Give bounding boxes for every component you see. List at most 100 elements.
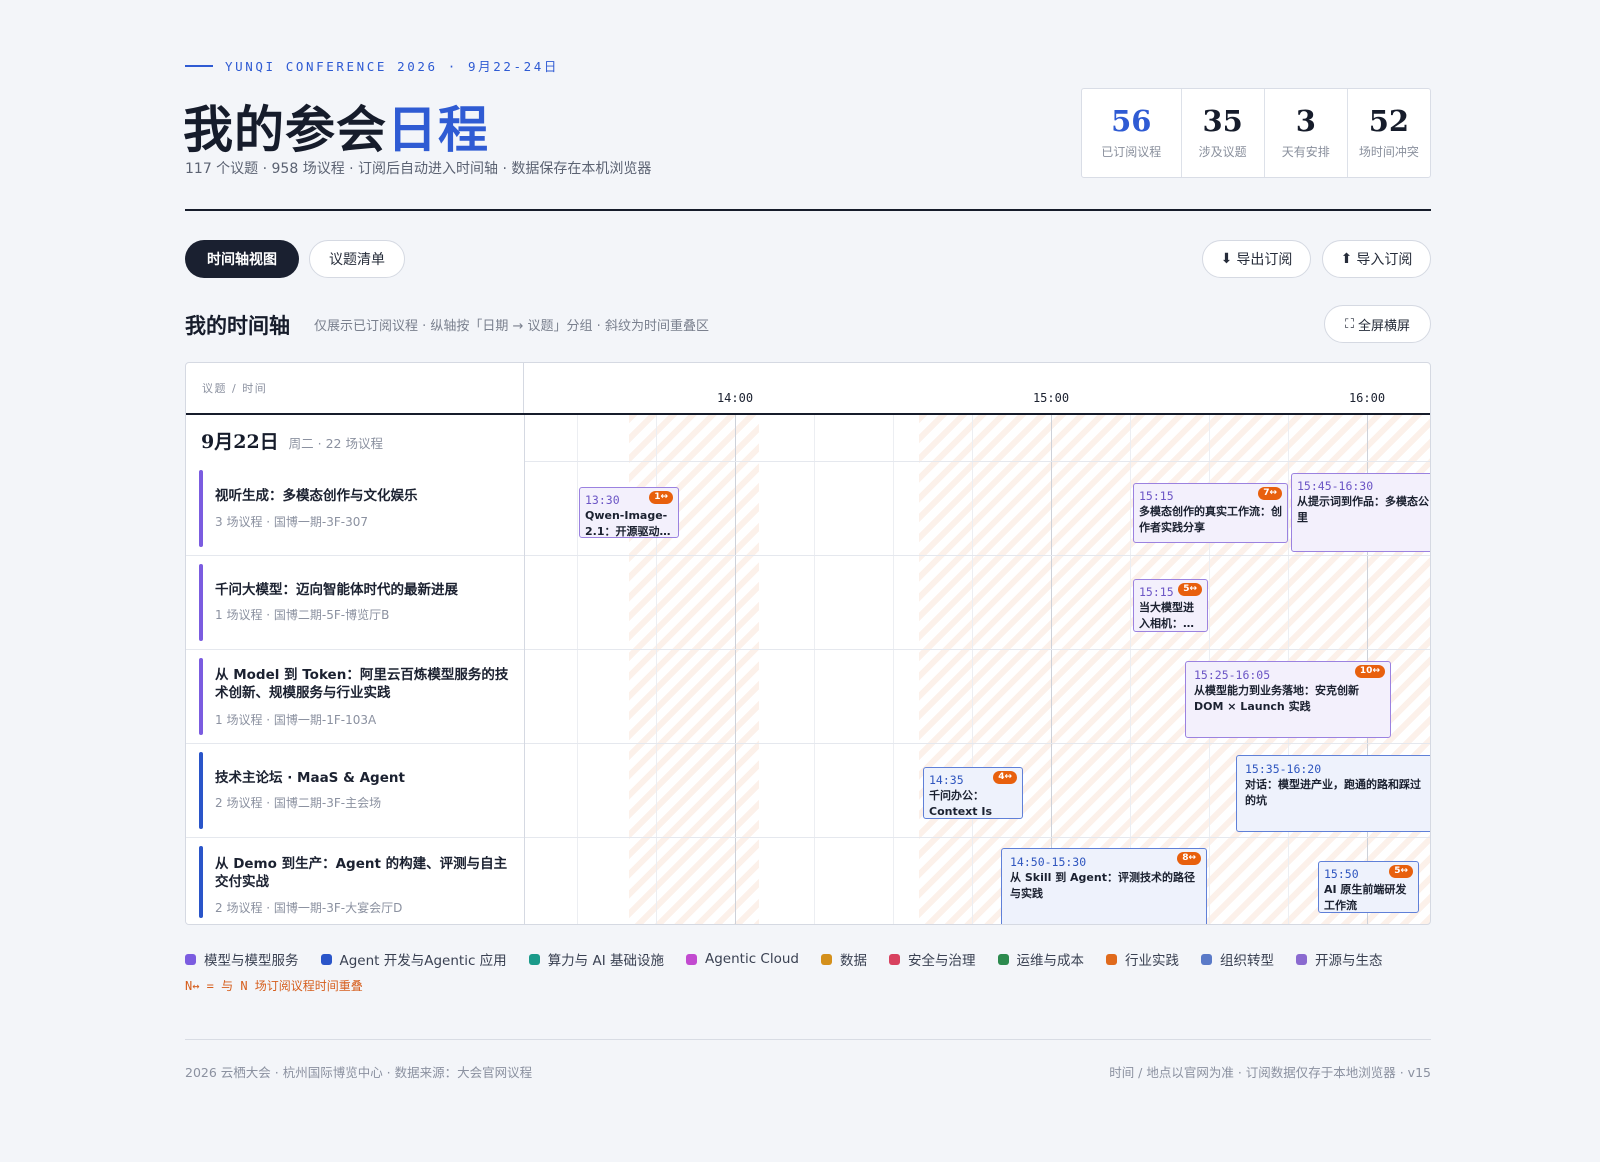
- time-tick: 16:00: [1348, 391, 1386, 405]
- label-column-divider: [524, 415, 525, 924]
- download-arrow-icon: ⬇: [1220, 251, 1233, 267]
- legend-swatch: [686, 953, 697, 965]
- legend-swatch: [1201, 953, 1212, 965]
- overlap-note: N↔ = 与 N 场订阅议程时间重叠: [185, 979, 363, 993]
- conflict-badge: 4↔: [993, 771, 1017, 784]
- track-row[interactable]: 视听生成：多模态创作与文化娱乐 3 场议程 · 国博一期-3F-307: [186, 462, 524, 555]
- track-name: 视听生成：多模态创作与文化娱乐: [215, 488, 418, 504]
- grid-line: [814, 415, 815, 924]
- legend-label: 开源与生态: [1315, 953, 1383, 969]
- legend-label: 数据: [840, 953, 867, 969]
- session-card[interactable]: 8↔ 14:50-15:30 从 Skill 到 Agent：评测技术的路径与实…: [1001, 848, 1207, 924]
- fullscreen-button[interactable]: ⛶ 全屏横屏: [1324, 305, 1431, 343]
- import-subscriptions-button[interactable]: ⬆ 导入订阅: [1322, 240, 1431, 278]
- category-legend: 模型与模型服务 Agent 开发与Agentic 应用 算力与 AI 基础设施 …: [185, 949, 1383, 969]
- track-row[interactable]: 千问大模型：迈向智能体时代的最新进展 1 场议程 · 国博二期-5F-博览厅B: [186, 556, 524, 649]
- legend-item: Agent 开发与Agentic 应用: [320, 949, 507, 969]
- track-name: 千问大模型：迈向智能体时代的最新进展: [215, 582, 458, 598]
- footer-divider: [185, 1039, 1431, 1040]
- legend-swatch: [1296, 953, 1307, 965]
- footer-left: 2026 云栖大会 · 杭州国际博览中心 · 数据来源：大会官网议程: [185, 1065, 533, 1080]
- stat-label: 场时间冲突: [1358, 144, 1419, 159]
- stat-days: 3 天有安排: [1263, 89, 1347, 177]
- column-header-label: 议题 / 时间: [186, 363, 524, 414]
- conflict-badge: 5↔: [1178, 583, 1202, 596]
- export-subscriptions-button[interactable]: ⬇ 导出订阅: [1202, 240, 1311, 278]
- session-time: 15:35-16:20: [1245, 762, 1322, 776]
- legend-item: 组织转型: [1201, 949, 1274, 969]
- track-color-stripe: [199, 752, 203, 829]
- legend-swatch: [185, 953, 196, 965]
- conflict-badge: 1↔: [649, 491, 673, 504]
- header-rule: [186, 413, 1430, 415]
- session-title: 从模型能力到业务落地：安克创新 DOM × Launch 实践: [1194, 684, 1359, 713]
- legend-swatch: [997, 953, 1009, 965]
- conflict-badge: 7↔: [1258, 487, 1282, 500]
- legend-label: Agentic Cloud: [705, 951, 799, 967]
- legend-item: 运维与成本: [997, 949, 1085, 969]
- legend-swatch: [1106, 953, 1117, 965]
- track-row[interactable]: 从 Model 到 Token：阿里云百炼模型服务的技术创新、规模服务与行业实践…: [186, 650, 524, 743]
- session-title: 从提示词到作品：多模态公里: [1297, 495, 1429, 524]
- legend-label: Agent 开发与Agentic 应用: [339, 953, 507, 969]
- legend-swatch: [889, 953, 900, 965]
- track-meta: 2 场议程 · 国博一期-3F-大宴会厅D: [215, 901, 403, 915]
- conflict-badge: 10↔: [1354, 665, 1385, 678]
- session-title: 当大模型进入相机：…: [1139, 601, 1194, 630]
- stat-label: 天有安排: [1281, 144, 1330, 159]
- date-group-header: 9月22日 周二 · 22 场议程: [186, 415, 524, 462]
- header-divider: [185, 209, 1431, 211]
- legend-label: 运维与成本: [1016, 953, 1085, 969]
- legend-label: 安全与治理: [908, 953, 976, 969]
- legend-swatch: [528, 953, 540, 965]
- legend-item: Agentic Cloud: [686, 949, 799, 969]
- legend-label: 组织转型: [1220, 953, 1274, 969]
- date-meta: 周二 · 22 场议程: [288, 436, 383, 451]
- upload-arrow-icon: ⬆: [1340, 251, 1353, 267]
- session-card[interactable]: 15:45-16:30 从提示词到作品：多模态公里: [1291, 473, 1430, 552]
- session-time: 15:45-16:30: [1297, 479, 1374, 493]
- conflict-badge: 8↔: [1177, 852, 1201, 865]
- legend-item: 开源与生态: [1296, 949, 1383, 969]
- conference-eyebrow: YUNQI CONFERENCE 2026 · 9月22-24日: [185, 56, 559, 75]
- page-title: 我的参会日程: [183, 90, 489, 162]
- tab-topic-list[interactable]: 议题清单: [309, 240, 405, 278]
- grid-line: [577, 415, 578, 924]
- track-meta: 3 场议程 · 国博一期-3F-307: [215, 515, 368, 529]
- fullscreen-icon: ⛶: [1344, 316, 1355, 332]
- legend-item: 安全与治理: [889, 949, 976, 969]
- hour-line: [735, 415, 736, 924]
- session-card[interactable]: 10↔ 15:25-16:05 从模型能力到业务落地：安克创新 DOM × La…: [1185, 661, 1391, 738]
- session-card[interactable]: 7↔ 15:15 多模态创作的真实工作流：创作者实践分享: [1133, 483, 1288, 543]
- track-row[interactable]: 从 Demo 到生产：Agent 的构建、评测与自主交付实战 2 场议程 · 国…: [186, 838, 524, 924]
- session-card[interactable]: 1↔ 13:30 Qwen-Image-2.1：开源驱动…: [579, 487, 679, 538]
- legend-item: 行业实践: [1106, 949, 1179, 969]
- session-title: 从 Skill 到 Agent：评测技术的路径与实践: [1010, 871, 1195, 900]
- session-card[interactable]: 15:35-16:20 对话：模型进产业，跑通的路和踩过的坑: [1236, 755, 1430, 832]
- track-color-stripe: [199, 564, 203, 641]
- track-color-stripe: [199, 658, 203, 735]
- legend-label: 模型与模型服务: [204, 953, 299, 969]
- legend-swatch: [320, 953, 332, 965]
- track-name: 从 Demo 到生产：Agent 的构建、评测与自主交付实战: [215, 856, 508, 890]
- track-meta: 1 场议程 · 国博二期-5F-博览厅B: [215, 608, 390, 622]
- tab-timeline-view[interactable]: 时间轴视图: [185, 240, 299, 278]
- legend-label: 算力与 AI 基础设施: [547, 953, 664, 969]
- title-main: 我的参会: [183, 100, 387, 159]
- track-row[interactable]: 技术主论坛 · MaaS & Agent 2 场议程 · 国博二期-3F-主会场: [186, 744, 524, 837]
- fullscreen-label: 全屏横屏: [1358, 318, 1411, 334]
- legend-item: 算力与 AI 基础设施: [528, 949, 664, 969]
- legend-swatch: [821, 953, 832, 965]
- session-time: 15:25-16:05: [1194, 668, 1271, 682]
- session-title: AI 原生前端研发工作流: [1324, 883, 1407, 912]
- footer-right: 时间 / 地点以官网为准 · 订阅数据仅存于本地浏览器 · v15: [1109, 1065, 1431, 1080]
- track-meta: 2 场议程 · 国博二期-3F-主会场: [215, 796, 382, 810]
- session-card[interactable]: 4↔ 14:35 千问办公：Context Is All…: [923, 767, 1023, 819]
- session-card[interactable]: 5↔ 15:15 当大模型进入相机：…: [1133, 579, 1208, 632]
- time-tick: 15:00: [1032, 391, 1070, 405]
- stat-value: 3: [1295, 104, 1316, 139]
- session-title: 对话：模型进产业，跑通的路和踩过的坑: [1245, 778, 1421, 807]
- session-card[interactable]: 5↔ 15:50 AI 原生前端研发工作流: [1318, 861, 1419, 913]
- import-label: 导入订阅: [1356, 252, 1413, 268]
- stat-label: 涉及议题: [1198, 144, 1247, 159]
